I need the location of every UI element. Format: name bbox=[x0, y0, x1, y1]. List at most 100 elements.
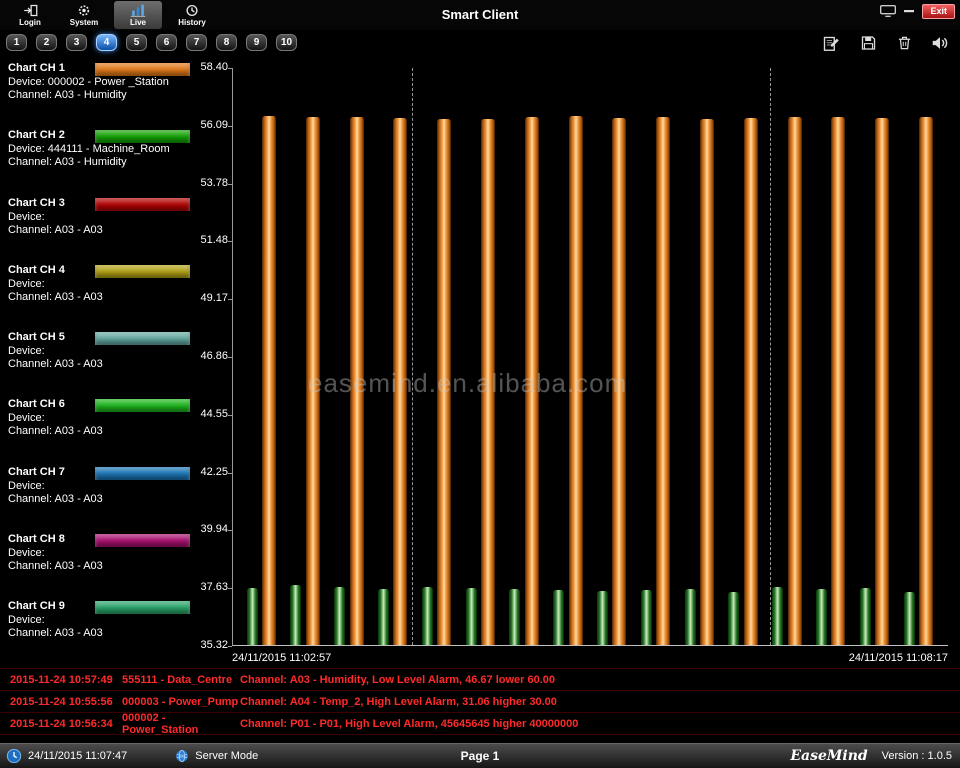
channel-legend-4[interactable]: Chart CH 4Device:Channel: A03 - A03 bbox=[0, 264, 200, 331]
alarm-row[interactable]: 2015-11-24 10:57:49555111 - Data_CentreC… bbox=[0, 669, 960, 691]
audio-icon bbox=[931, 35, 949, 51]
live-chart: easemind.en.alibaba.com 24/11/2015 11:02… bbox=[200, 56, 960, 668]
y-axis-label: 49.17 bbox=[200, 292, 228, 304]
channel-legend-7[interactable]: Chart CH 7 Device:Channel: A03 - A03 bbox=[0, 466, 200, 533]
y-axis-label: 44.55 bbox=[200, 408, 228, 420]
y-axis-label: 46.86 bbox=[200, 350, 228, 362]
channel-color-swatch bbox=[95, 332, 190, 345]
page-tab-10[interactable]: 10 bbox=[276, 34, 297, 51]
channel-color-swatch bbox=[95, 63, 190, 76]
nav-history-button[interactable]: History bbox=[168, 1, 216, 29]
status-bar: 24/11/2015 11:07:47 Server Mode Page 1 E… bbox=[0, 743, 960, 768]
vertical-gridline bbox=[770, 68, 771, 645]
bar-ch1 bbox=[831, 117, 845, 645]
page-tab-4[interactable]: 4 bbox=[96, 34, 117, 51]
channel-device: Device: bbox=[8, 345, 45, 357]
bar-ch2 bbox=[378, 589, 389, 645]
bar-ch2 bbox=[290, 585, 301, 645]
channel-color-swatch bbox=[95, 265, 190, 278]
history-icon bbox=[185, 3, 199, 17]
channel-legend-1[interactable]: Chart CH 1Device: 000002 - Power _Statio… bbox=[0, 62, 200, 129]
page-tab-5[interactable]: 5 bbox=[126, 34, 147, 51]
channel-name: Chart CH 7 bbox=[8, 466, 65, 478]
page-tab-3[interactable]: 3 bbox=[66, 34, 87, 51]
channel-legend-2[interactable]: Chart CH 2 Device: 444111 - Machine_RoomC… bbox=[0, 129, 200, 196]
exit-button[interactable]: Exit bbox=[922, 4, 955, 19]
channel-legend-6[interactable]: Chart CH 6Device:Channel: A03 - A03 bbox=[0, 398, 200, 465]
edit-button[interactable] bbox=[820, 32, 844, 54]
y-axis-tick bbox=[228, 588, 232, 589]
save-button[interactable] bbox=[856, 32, 880, 54]
bar-ch2 bbox=[597, 591, 608, 645]
channel-device: Device: bbox=[8, 614, 45, 626]
channel-name: Chart CH 2 bbox=[8, 129, 65, 141]
channel-name: Chart CH 3 bbox=[8, 197, 65, 209]
channel-name: Chart CH 8 bbox=[8, 533, 65, 545]
bar-ch2 bbox=[641, 590, 652, 645]
nav-live-button[interactable]: Live bbox=[114, 1, 162, 29]
alarm-message: Channel: A03 - Humidity, Low Level Alarm… bbox=[240, 674, 960, 686]
page-tab-9[interactable]: 9 bbox=[246, 34, 267, 51]
nav-login-button[interactable]: Login bbox=[6, 1, 54, 29]
brand-area: EaseMind Version : 1.0.5 bbox=[790, 748, 952, 764]
y-axis-label: 35.32 bbox=[200, 639, 228, 651]
channel-legend-5[interactable]: Chart CH 5Device:Channel: A03 - A03 bbox=[0, 331, 200, 398]
y-axis-tick bbox=[228, 473, 232, 474]
y-axis-tick bbox=[228, 646, 232, 647]
channel-channel: Channel: A03 - Humidity bbox=[8, 156, 127, 168]
title-bar: LoginSystemLiveHistory Smart Client Exit bbox=[0, 0, 960, 30]
page-tab-7[interactable]: 7 bbox=[186, 34, 207, 51]
live-icon bbox=[130, 3, 146, 17]
bar-ch1 bbox=[569, 116, 583, 645]
alarm-list: 2015-11-24 10:57:49555111 - Data_CentreC… bbox=[0, 668, 960, 735]
bar-ch2 bbox=[422, 587, 433, 645]
audio-button[interactable] bbox=[928, 32, 952, 54]
alarm-row[interactable]: 2015-11-24 10:55:56000003 - Power_PumpCh… bbox=[0, 691, 960, 713]
channel-name: Chart CH 9 bbox=[8, 600, 65, 612]
bar-ch1 bbox=[656, 117, 670, 645]
y-axis-label: 53.78 bbox=[200, 177, 228, 189]
channel-device: Device: 444111 - Machine_Room bbox=[8, 143, 170, 155]
y-axis-tick bbox=[228, 126, 232, 127]
nav-label: History bbox=[178, 18, 206, 27]
clock-icon bbox=[6, 748, 22, 764]
channel-channel: Channel: A03 - A03 bbox=[8, 493, 103, 505]
display-toggle-button[interactable] bbox=[880, 3, 896, 19]
alarm-row[interactable]: 2015-11-24 10:56:34000002 - Power_Statio… bbox=[0, 713, 960, 735]
channel-legend-9[interactable]: Chart CH 9 Device:Channel: A03 - A03 bbox=[0, 600, 200, 667]
nav-label: Login bbox=[19, 18, 41, 27]
page-tab-2[interactable]: 2 bbox=[36, 34, 57, 51]
channel-channel: Channel: A03 - A03 bbox=[8, 627, 103, 639]
bar-ch1 bbox=[437, 119, 451, 645]
nav-label: Live bbox=[130, 18, 146, 27]
bar-ch2 bbox=[728, 592, 739, 645]
channel-device: Device: bbox=[8, 480, 45, 492]
y-axis-label: 37.63 bbox=[200, 581, 228, 593]
window-controls: Exit bbox=[880, 3, 955, 19]
page-tab-8[interactable]: 8 bbox=[216, 34, 237, 51]
bar-ch2 bbox=[860, 588, 871, 645]
y-axis-tick bbox=[228, 184, 232, 185]
channel-channel: Channel: A03 - A03 bbox=[8, 291, 103, 303]
edit-icon bbox=[823, 35, 841, 52]
page-tab-6[interactable]: 6 bbox=[156, 34, 177, 51]
channel-legend-8[interactable]: Chart CH 8Device:Channel: A03 - A03 bbox=[0, 533, 200, 600]
page-tab-1[interactable]: 1 bbox=[6, 34, 27, 51]
y-axis-label: 39.94 bbox=[200, 523, 228, 535]
bar-ch1 bbox=[525, 117, 539, 645]
channel-color-swatch bbox=[95, 399, 190, 412]
alarm-message: Channel: A04 - Temp_2, High Level Alarm,… bbox=[240, 696, 960, 708]
minimize-button[interactable] bbox=[904, 3, 914, 19]
nav-system-button[interactable]: System bbox=[60, 1, 108, 29]
network-mode-icon bbox=[175, 749, 189, 763]
channel-color-swatch bbox=[95, 198, 190, 211]
channel-color-swatch bbox=[95, 130, 190, 143]
channel-legend-3[interactable]: Chart CH 3Device:Channel: A03 - A03 bbox=[0, 197, 200, 264]
bar-ch2 bbox=[247, 588, 258, 645]
bar-ch1 bbox=[700, 119, 714, 645]
channel-color-swatch bbox=[95, 601, 190, 614]
x-axis-labels: 24/11/2015 11:02:57 24/11/2015 11:08:17 bbox=[232, 652, 948, 664]
alarm-device: 000002 - Power_Station bbox=[122, 712, 240, 736]
channel-device: Device: 000002 - Power _Station bbox=[8, 76, 169, 88]
delete-button[interactable] bbox=[892, 32, 916, 54]
